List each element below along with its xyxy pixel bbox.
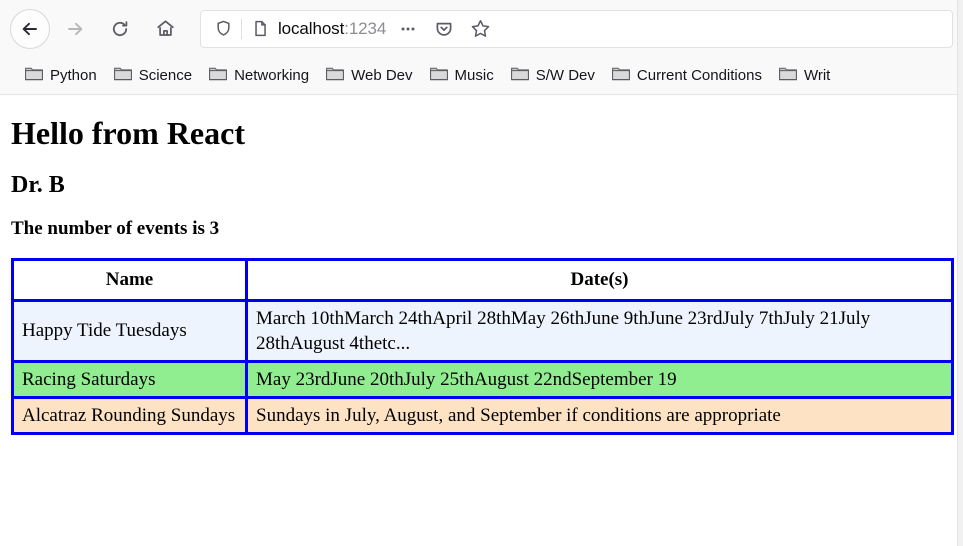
page-title: Hello from React: [11, 115, 245, 151]
table-body: Happy Tide Tuesdays March 10thMarch 24th…: [11, 298, 954, 435]
back-button[interactable]: [10, 8, 50, 49]
folder-icon: [209, 66, 227, 86]
reload-button[interactable]: [100, 9, 140, 49]
tracking-protection-shield-icon[interactable]: [209, 19, 237, 38]
cell-event-name: Alcatraz Rounding Sundays: [11, 395, 248, 435]
bookmark-label: Science: [138, 67, 193, 84]
urlbar-actions: [386, 12, 498, 46]
back-arrow-icon: [20, 19, 40, 39]
table-row: Racing Saturdays May 23rdJune 20thJuly 2…: [11, 359, 954, 399]
column-header-name: Name: [11, 258, 248, 302]
table-head: Name Date(s): [11, 258, 954, 302]
bookmark-science[interactable]: Science: [107, 62, 199, 90]
bookmark-label: Current Conditions: [636, 67, 762, 84]
author-heading: Dr. B: [11, 172, 65, 199]
folder-icon: [326, 66, 345, 86]
pocket-icon[interactable]: [426, 12, 462, 46]
bookmark-label: Music: [454, 67, 494, 84]
folder-icon: [611, 66, 630, 86]
page-content-area: Hello from React Dr. B The number of eve…: [0, 95, 963, 544]
cell-event-dates: May 23rdJune 20thJuly 25thAugust 22ndSep…: [245, 359, 954, 399]
bookmark-label: Networking: [234, 67, 310, 84]
bookmark-label: Python: [50, 67, 97, 84]
url-host: localhost: [278, 18, 345, 38]
forward-arrow-icon: [65, 19, 85, 39]
bookmark-label: S/W Dev: [535, 67, 595, 84]
browser-window: localhost:1234 Python Science Networking…: [0, 0, 963, 546]
events-table: Name Date(s) Happy Tide Tuesdays March 1…: [11, 258, 954, 435]
folder-icon: [429, 66, 448, 86]
bookmark-label: Web Dev: [351, 67, 413, 84]
bookmark-networking[interactable]: Networking: [202, 62, 316, 90]
bookmarks-toolbar: Python Science Networking Web Dev Music …: [0, 57, 963, 95]
event-count-text: The number of events is 3: [11, 217, 220, 239]
urlbar-container: localhost:1234: [200, 9, 953, 48]
navigation-toolbar: localhost:1234: [0, 0, 963, 57]
home-icon: [155, 18, 176, 39]
bookmark-current-conditions[interactable]: Current Conditions: [605, 62, 769, 90]
cell-event-name: Racing Saturdays: [11, 359, 248, 399]
bookmark-writing[interactable]: Writ: [772, 62, 837, 90]
table-header-row: Name Date(s): [11, 258, 954, 302]
home-button[interactable]: [145, 9, 185, 49]
bookmark-star-icon[interactable]: [462, 12, 498, 46]
bookmark-music[interactable]: Music: [423, 62, 501, 90]
column-header-dates: Date(s): [245, 258, 954, 302]
page-document-icon[interactable]: [246, 19, 274, 38]
table-row: Happy Tide Tuesdays March 10thMarch 24th…: [11, 298, 954, 363]
table-row: Alcatraz Rounding Sundays Sundays in Jul…: [11, 395, 954, 435]
urlbar-divider: [241, 18, 242, 39]
url-text[interactable]: localhost:1234: [274, 19, 386, 39]
bookmark-label: Writ: [803, 67, 831, 84]
reload-icon: [110, 19, 130, 39]
cell-event-dates: Sundays in July, August, and September i…: [245, 395, 954, 435]
react-app-root: Hello from React Dr. B The number of eve…: [8, 115, 955, 435]
cell-event-name: Happy Tide Tuesdays: [11, 298, 248, 363]
address-bar[interactable]: localhost:1234: [200, 9, 953, 48]
bookmark-python[interactable]: Python: [18, 62, 104, 90]
folder-icon: [113, 66, 132, 86]
folder-icon: [510, 66, 529, 86]
forward-button[interactable]: [55, 9, 95, 49]
window-right-edge: [957, 0, 963, 546]
url-port: :1234: [344, 18, 387, 38]
page-actions-ellipsis-icon[interactable]: [390, 12, 426, 46]
folder-icon: [25, 66, 43, 86]
bookmark-sw-dev[interactable]: S/W Dev: [504, 62, 602, 90]
bookmark-web-dev[interactable]: Web Dev: [319, 62, 419, 90]
cell-event-dates: March 10thMarch 24thApril 28thMay 26thJu…: [245, 298, 954, 363]
folder-icon: [779, 66, 797, 86]
